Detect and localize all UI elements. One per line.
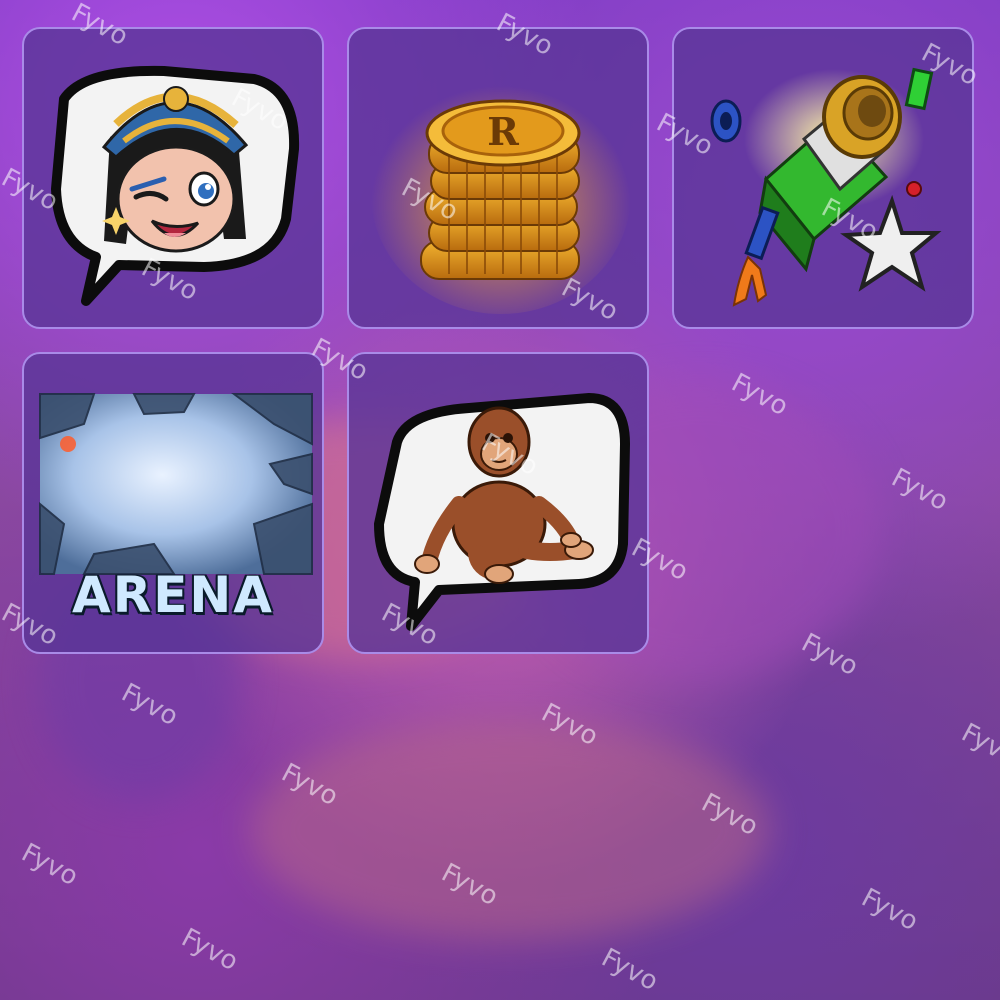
tile-pharaoh-emote[interactable] bbox=[22, 27, 324, 329]
tile-coin-stack[interactable]: R bbox=[347, 27, 649, 329]
coin-stack-icon: R bbox=[371, 74, 631, 314]
coin-letter: R bbox=[487, 109, 519, 154]
rocket-cannon-icon bbox=[710, 67, 942, 307]
tile-monkey-emote[interactable] bbox=[347, 352, 649, 654]
pharaoh-emote-icon bbox=[51, 65, 300, 306]
arena-label: ARENA bbox=[72, 566, 274, 624]
tile-rocket-cannon[interactable] bbox=[672, 27, 974, 329]
tile-arena[interactable]: ARENA bbox=[22, 352, 324, 654]
monkey-emote-icon bbox=[374, 393, 630, 631]
